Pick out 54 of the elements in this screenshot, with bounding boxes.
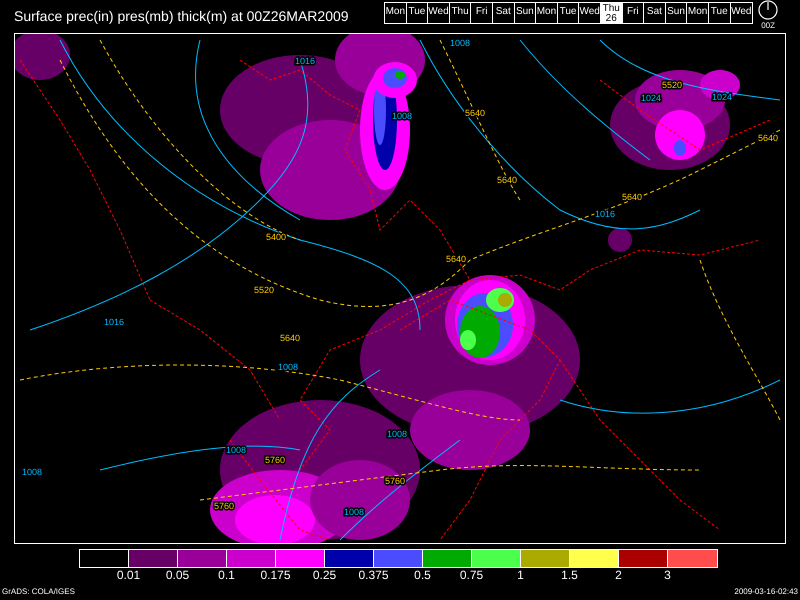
clock-icon: [758, 0, 778, 20]
day-tab[interactable]: Wed: [428, 3, 450, 23]
day-tab[interactable]: Tue: [708, 3, 730, 23]
contour-label: 5760: [264, 455, 286, 465]
day-tab[interactable]: Sun: [666, 3, 688, 23]
legend-label: 1.5: [560, 567, 579, 584]
timestamp: 2009-03-16-02:43: [734, 586, 798, 598]
day-tab[interactable]: Thu: [450, 3, 472, 23]
day-tab[interactable]: Sat: [644, 3, 666, 23]
contour-label: 1016: [104, 317, 124, 327]
contour-label: 1024: [712, 92, 732, 102]
contour-label: 1016: [594, 209, 616, 219]
contour-label: 5640: [622, 192, 642, 202]
contour-label: 5640: [280, 333, 300, 343]
contour-label: 5520: [254, 285, 274, 295]
legend-label: 0.75: [458, 567, 484, 584]
legend-label: 0.175: [259, 567, 292, 584]
contour-label: 1008: [226, 445, 246, 455]
contour-label: 5640: [758, 133, 778, 143]
contour-label: 5520: [662, 80, 682, 90]
clock-label: 00Z: [761, 20, 775, 32]
legend-label: 0.375: [357, 567, 390, 584]
legend-label: 0.5: [413, 567, 432, 584]
legend-label: 0.25: [312, 567, 338, 584]
contour-label: 1016: [294, 56, 316, 66]
legend-label: 0.05: [164, 567, 190, 584]
day-tab[interactable]: Mon: [687, 3, 709, 23]
contour-label: 1008: [278, 362, 298, 372]
contour-label: 1008: [386, 429, 408, 439]
contour-label: 5760: [384, 476, 406, 486]
contour-label: 5400: [266, 232, 286, 242]
day-tab[interactable]: Thu 26: [600, 3, 623, 23]
contour-label: 1008: [22, 467, 42, 477]
day-tab[interactable]: Tue: [406, 3, 428, 23]
chart-title: Surface prec(in) pres(mb) thick(m) at 00Z26MAR2009: [13, 7, 350, 26]
contour-label: 5640: [496, 175, 518, 185]
contour-label: 1024: [640, 93, 662, 103]
day-tab[interactable]: Tue: [558, 3, 580, 23]
day-tab[interactable]: Wed: [730, 3, 752, 23]
contour-label: 1008: [450, 38, 470, 48]
contour-label: 1008: [344, 507, 364, 517]
legend-label: 0.1: [217, 567, 236, 584]
legend-label: 3: [663, 567, 672, 584]
day-tab[interactable]: Wed: [579, 3, 601, 23]
legend-label: 2: [614, 567, 623, 584]
legend-label: 0.01: [116, 567, 142, 584]
footer-credit: GrADS: COLA/IGES: [2, 586, 75, 598]
day-tab[interactable]: Mon: [385, 3, 407, 23]
legend-label: 1: [516, 567, 525, 584]
day-tab[interactable]: Mon: [536, 3, 558, 23]
day-tab[interactable]: Fri: [622, 3, 644, 23]
contour-label: 5640: [446, 254, 466, 264]
day-tab[interactable]: Sun: [514, 3, 536, 23]
contour-label: 5760: [214, 501, 234, 511]
